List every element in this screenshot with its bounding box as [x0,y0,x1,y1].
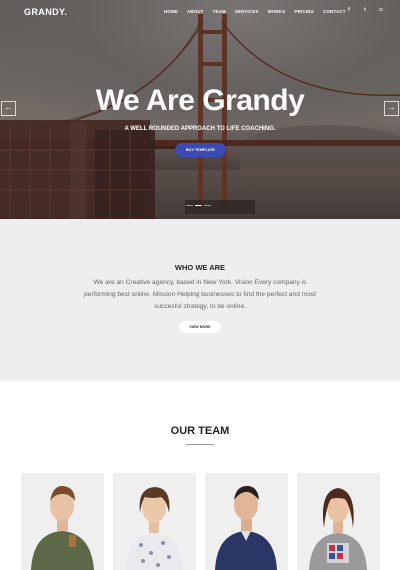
team-member-photo [297,473,380,570]
facebook-icon[interactable]: f [346,7,352,13]
nav-item-contact[interactable]: CONTACT [323,9,346,14]
hero-subtitle: A WELL ROUNDED APPROACH TO LIFE COACHING… [124,126,276,132]
slider-dot[interactable] [186,205,193,206]
team-member-card[interactable] [113,473,196,570]
buy-template-button[interactable]: BUY TEMPLATE [175,143,226,157]
site-logo[interactable]: GRANDY. [24,7,67,17]
hero-section: GRANDY. HOME ABOUT TEAM SERVICES WORKS P… [0,0,400,219]
slider-dot[interactable] [204,205,211,206]
team-member-photo [21,473,104,570]
team-member-photo [113,473,196,570]
about-title: WHO WE ARE [174,263,226,272]
nav-item-about[interactable]: ABOUT [187,9,204,14]
nav-item-works[interactable]: WORKS [268,9,286,14]
slider-dots [186,205,211,206]
nav-item-pricing[interactable]: PRICING [294,9,314,14]
team-title-underline [186,444,214,445]
team-member-card[interactable] [21,473,104,570]
nav-item-home[interactable]: HOME [164,9,178,14]
about-text: We are an Creative agency, based in New … [83,279,316,310]
twitter-icon[interactable]: t [362,7,368,13]
about-section: WHO WE ARE We are an Creative agency, ba… [0,219,400,381]
slider-dot-active[interactable] [195,205,202,206]
nav-item-team[interactable]: TEAM [213,9,226,14]
team-member-photo [205,473,288,570]
social-links: f t ◘ [346,7,384,13]
main-nav: HOME ABOUT TEAM SERVICES WORKS PRICING C… [164,9,355,14]
team-member-card[interactable] [297,473,380,570]
team-member-card[interactable] [205,473,288,570]
hero-title: We Are Grandy [95,84,305,117]
nav-item-services[interactable]: SERVICES [235,9,259,14]
team-title: OUR TEAM [170,425,230,437]
instagram-icon[interactable]: ◘ [378,7,384,13]
view-more-button[interactable]: VIEW MORE [179,321,221,333]
